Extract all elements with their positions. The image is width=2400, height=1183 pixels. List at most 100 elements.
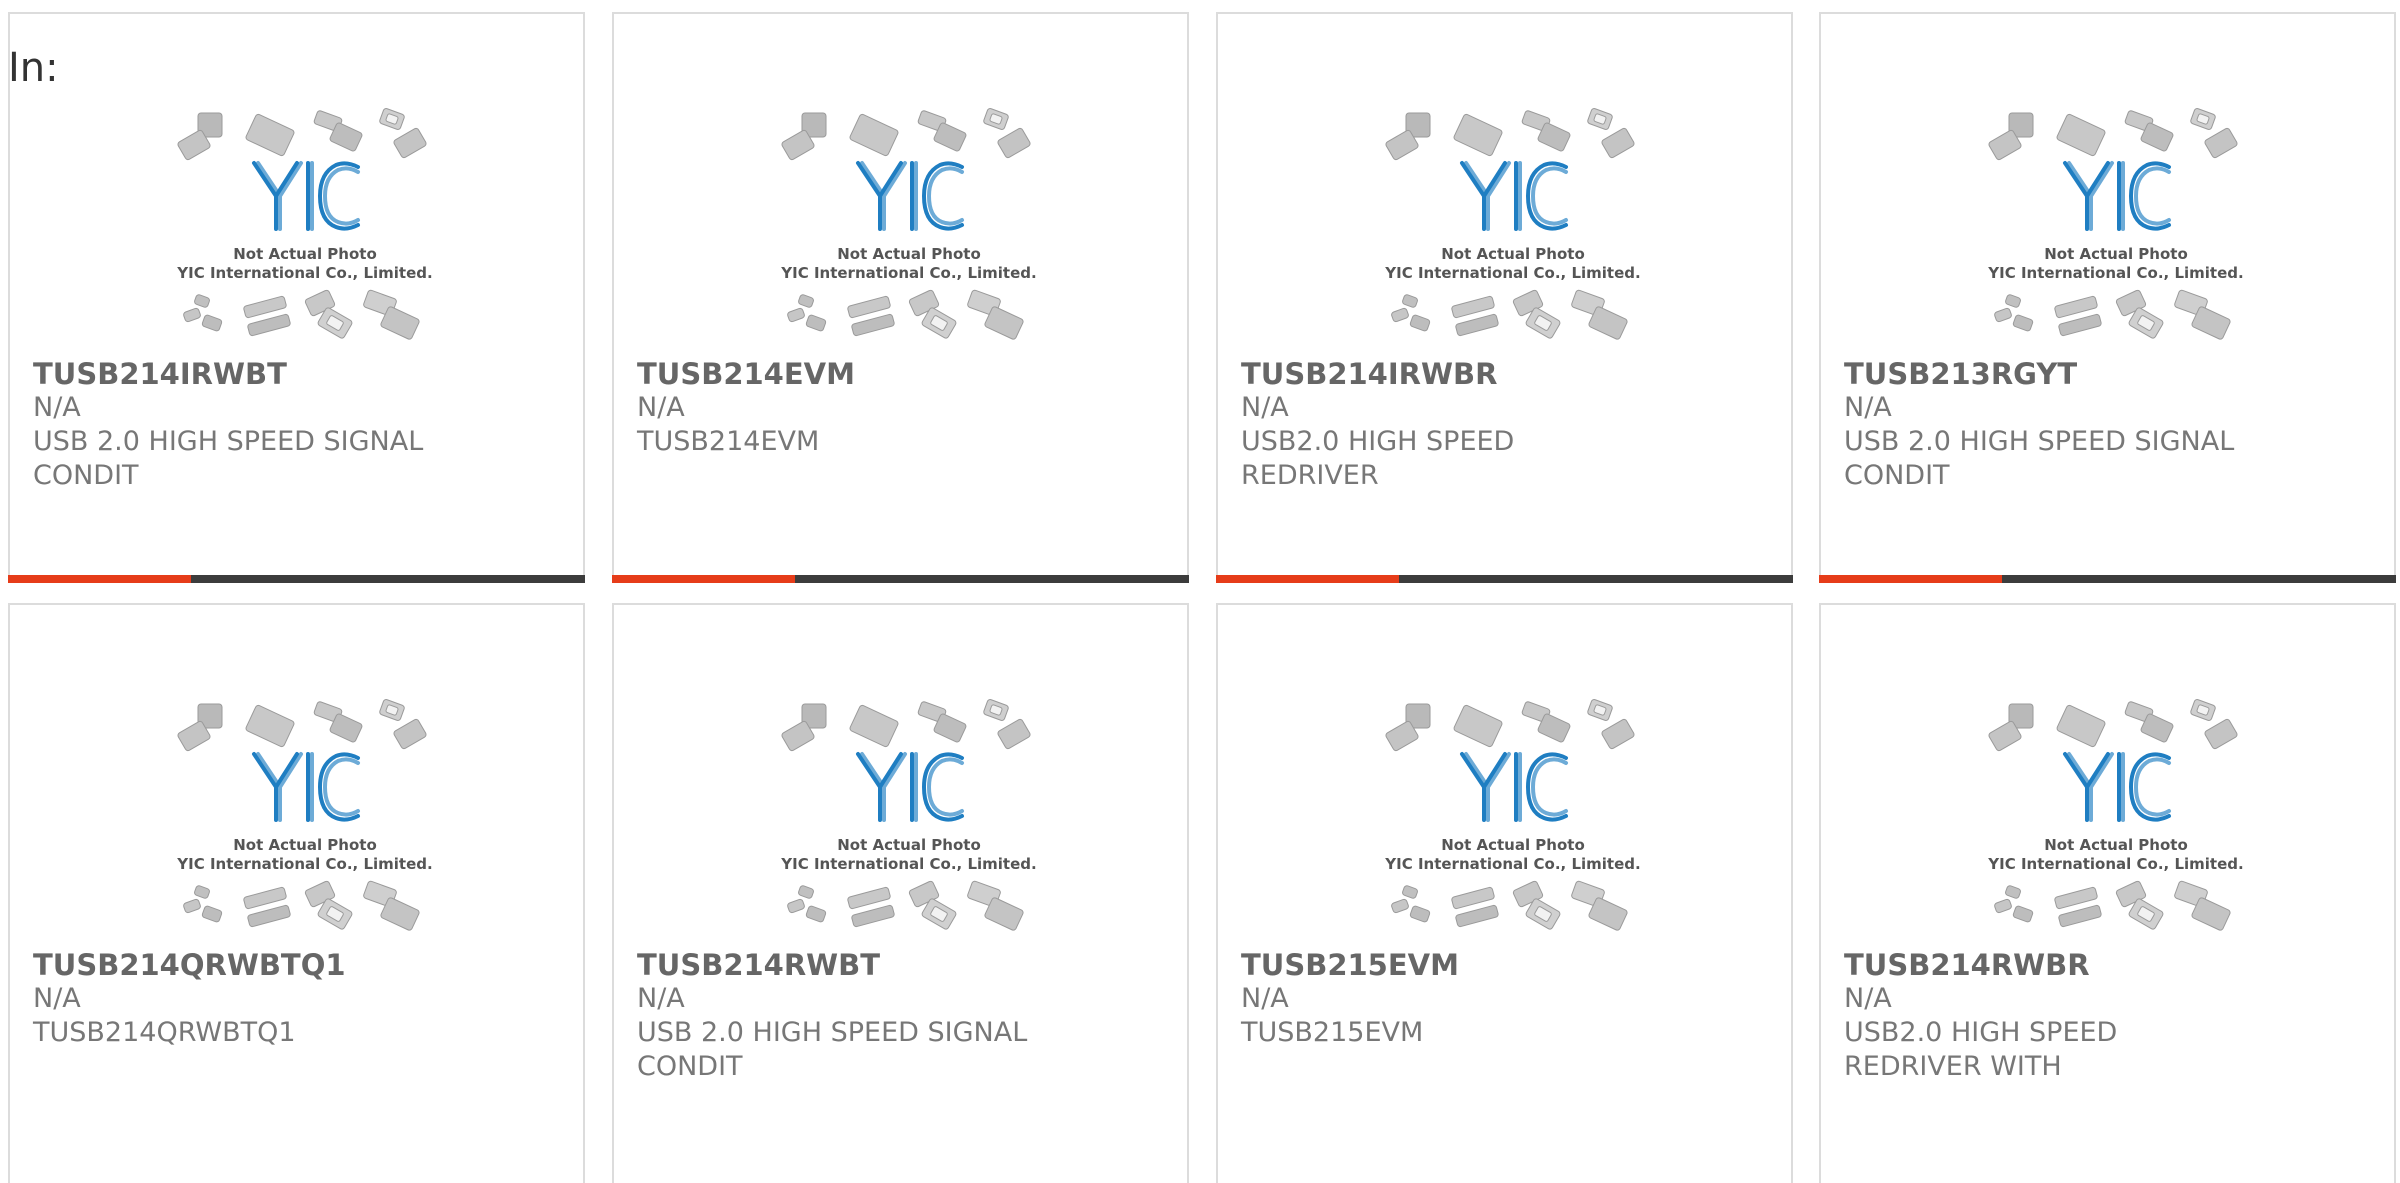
product-status: N/A (1241, 392, 1289, 423)
chip-icons-bottom (1994, 289, 2231, 340)
yic-logo-icon (2063, 752, 2171, 822)
product-card[interactable]: Not Actual Photo YIC International Co., L… (612, 603, 1189, 1183)
chip-icon (1587, 699, 1613, 721)
chip-icons-bottom (787, 289, 1024, 340)
chip-icons-top (1385, 108, 1635, 161)
yic-logo-icon (856, 161, 964, 231)
chip-icon (1402, 885, 1418, 899)
chip-icon (1453, 704, 1503, 748)
product-name[interactable]: TUSB214RWBR (1844, 947, 2090, 983)
product-placeholder-image: Not Actual Photo YIC International Co., L… (774, 101, 1044, 357)
yic-logo-icon (252, 752, 360, 822)
chip-icon (997, 718, 1031, 750)
yic-logo-icon (856, 752, 964, 822)
yic-logo-icon (1460, 752, 1568, 822)
chip-icon (851, 904, 895, 928)
chip-icon (2054, 295, 2098, 319)
placeholder-company: YIC International Co., Limited. (1987, 855, 2243, 873)
chip-icon (849, 704, 899, 748)
chip-icon (787, 898, 805, 914)
product-status: N/A (637, 392, 685, 423)
product-card[interactable]: Not Actual Photo YIC International Co., L… (612, 12, 1189, 583)
placeholder-company: YIC International Co., Limited. (176, 264, 432, 282)
chip-icons-bottom (787, 880, 1024, 931)
placeholder-caption: Not Actual Photo (1441, 836, 1585, 854)
product-name[interactable]: TUSB214EVM (637, 356, 855, 392)
chip-icon (2005, 294, 2021, 308)
chip-icon (1391, 898, 1409, 914)
placeholder-company: YIC International Co., Limited. (780, 855, 1036, 873)
chip-icon (1391, 307, 1409, 323)
yic-logo-icon (1460, 161, 1568, 231)
product-status: N/A (33, 392, 81, 423)
product-placeholder-image: Not Actual Photo YIC International Co., L… (170, 692, 440, 948)
product-card[interactable]: Not Actual Photo YIC International Co., L… (1819, 603, 2396, 1183)
product-card[interactable]: Not Actual Photo YIC International Co., L… (8, 12, 585, 583)
placeholder-graphic: Not Actual PhotoYIC International Co., L… (176, 108, 433, 340)
chip-icon (393, 718, 427, 750)
chip-icon (1601, 127, 1635, 159)
placeholder-graphic: Not Actual PhotoYIC International Co., L… (176, 699, 433, 931)
chip-icons-top (1385, 699, 1635, 752)
product-placeholder-image: Not Actual Photo YIC International Co., L… (1378, 101, 1648, 357)
product-description: USB 2.0 HIGH SPEED SIGNAL CONDIT (1844, 426, 2235, 491)
chip-icon (1402, 294, 1418, 308)
chip-icon (805, 905, 827, 923)
placeholder-graphic: Not Actual PhotoYIC International Co., L… (1384, 699, 1641, 931)
placeholder-caption: Not Actual Photo (1441, 245, 1585, 263)
product-placeholder-image: Not Actual Photo YIC International Co., L… (1981, 692, 2251, 948)
placeholder-caption: Not Actual Photo (2044, 836, 2188, 854)
chip-icon (2190, 699, 2216, 721)
chip-icon (1994, 898, 2012, 914)
placeholder-company: YIC International Co., Limited. (1987, 264, 2243, 282)
product-card[interactable]: Not Actual Photo YIC International Co., L… (8, 603, 585, 1183)
chip-icon (1451, 295, 1495, 319)
chip-icon (2012, 314, 2034, 332)
placeholder-company: YIC International Co., Limited. (780, 264, 1036, 282)
chip-icon (787, 307, 805, 323)
chip-icon (2058, 904, 2102, 928)
chip-icon (2058, 313, 2102, 337)
product-card[interactable]: Not Actual Photo YIC International Co., L… (1216, 603, 1793, 1183)
product-name[interactable]: TUSB213RGYT (1844, 356, 2077, 392)
chip-icon (2054, 886, 2098, 910)
chip-icon (983, 108, 1009, 130)
product-name[interactable]: TUSB214RWBT (637, 947, 880, 983)
product-status: N/A (1241, 983, 1289, 1014)
product-card[interactable]: Not Actual Photo YIC International Co., L… (1216, 12, 1793, 583)
in-label: In: (8, 45, 59, 91)
product-name[interactable]: TUSB214QRWBTQ1 (33, 947, 346, 983)
yic-logo-icon (2063, 161, 2171, 231)
placeholder-company: YIC International Co., Limited. (1384, 264, 1640, 282)
chip-icon (1409, 905, 1431, 923)
chip-icons-top (1988, 108, 2238, 161)
product-status: N/A (1844, 392, 1892, 423)
chip-icon (247, 313, 291, 337)
chip-icons-bottom (183, 880, 420, 931)
chip-icon (997, 127, 1031, 159)
product-card[interactable]: Not Actual Photo YIC International Co., L… (1819, 12, 2396, 583)
chip-icon (2056, 704, 2106, 748)
chip-icon (1455, 904, 1499, 928)
product-name[interactable]: TUSB214IRWBT (33, 356, 287, 392)
card-accent-bar (1216, 575, 1793, 583)
product-description: USB2.0 HIGH SPEED REDRIVER WITH (1844, 1017, 2118, 1082)
chip-icon (1601, 718, 1635, 750)
chip-icon (983, 699, 1009, 721)
placeholder-graphic: Not Actual PhotoYIC International Co., L… (1987, 108, 2244, 340)
chip-icon (1455, 313, 1499, 337)
chip-icon (2056, 113, 2106, 157)
product-placeholder-image: Not Actual Photo YIC International Co., L… (1981, 101, 2251, 357)
product-placeholder-image: Not Actual Photo YIC International Co., L… (1378, 692, 1648, 948)
placeholder-company: YIC International Co., Limited. (176, 855, 432, 873)
chip-icon (245, 113, 295, 157)
chip-icon (847, 295, 891, 319)
product-description: USB 2.0 HIGH SPEED SIGNAL CONDIT (33, 426, 424, 491)
product-description: USB 2.0 HIGH SPEED SIGNAL CONDIT (637, 1017, 1028, 1082)
chip-icon (247, 904, 291, 928)
chip-icons-top (1988, 699, 2238, 752)
chip-icon (243, 295, 287, 319)
chip-icons-bottom (1994, 880, 2231, 931)
product-name[interactable]: TUSB214IRWBR (1241, 356, 1497, 392)
product-name[interactable]: TUSB215EVM (1241, 947, 1459, 983)
